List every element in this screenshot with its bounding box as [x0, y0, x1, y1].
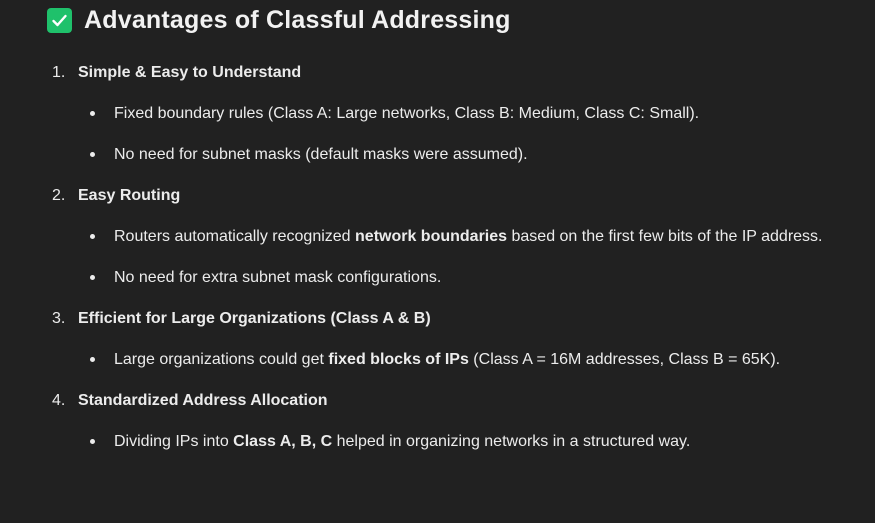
item-title-text: Efficient for Large Organizations (Class…	[78, 310, 431, 327]
list-item-title: 4. Standardized Address Allocation	[0, 385, 875, 416]
bullet-dot-icon	[90, 275, 95, 280]
text-segment: No need for subnet masks (default masks …	[114, 146, 528, 163]
bullet-dot-icon	[90, 357, 95, 362]
bullet-dot-icon	[90, 439, 95, 444]
item-title-text: Standardized Address Allocation	[78, 392, 328, 409]
bullet-item: Routers automatically recognized network…	[0, 221, 834, 252]
item-title-text: Simple & Easy to Understand	[78, 64, 302, 81]
bullet-item: Large organizations could get fixed bloc…	[0, 344, 834, 375]
text-segment: Large organizations could get	[114, 351, 329, 368]
text-segment: Fixed boundary rules (Class A: Large net…	[114, 105, 700, 122]
text-segment: (Class A = 16M addresses, Class B = 65K)…	[468, 351, 781, 368]
bullet-dot-icon	[90, 152, 95, 157]
heading-title: Advantages of Classful Addressing	[84, 6, 511, 34]
text-segment: helped in organizing networks in a struc…	[332, 433, 691, 450]
bullet-item: Dividing IPs into Class A, B, C helped i…	[0, 426, 834, 457]
list-number: 2.	[52, 187, 66, 204]
bold-text: fixed blocks of IPs	[328, 351, 469, 368]
check-mark-icon	[47, 8, 72, 33]
list-item-title: 3. Efficient for Large Organizations (Cla…	[0, 303, 875, 334]
section-heading: Advantages of Classful Addressing	[47, 6, 511, 35]
list-item-title: 2. Easy Routing	[0, 180, 875, 211]
text-segment: Dividing IPs into	[114, 433, 234, 450]
list-item-title: 1. Simple & Easy to Understand	[0, 57, 875, 88]
bullet-item: Fixed boundary rules (Class A: Large net…	[0, 98, 834, 129]
bullet-item: No need for extra subnet mask configurat…	[0, 262, 834, 293]
bullet-dot-icon	[90, 234, 95, 239]
item-title-text: Easy Routing	[78, 187, 181, 204]
bullet-item: No need for subnet masks (default masks …	[0, 139, 834, 170]
bullet-dot-icon	[90, 111, 95, 116]
advantages-list: 1. Simple & Easy to Understand Fixed bound…	[0, 57, 875, 467]
text-segment: Routers automatically recognized	[114, 228, 356, 245]
list-number: 4.	[52, 392, 66, 409]
list-number: 3.	[52, 310, 66, 327]
list-number: 1.	[52, 64, 66, 81]
bold-text: network boundaries	[355, 228, 508, 245]
bold-text: Class A, B, C	[233, 433, 333, 450]
text-segment: No need for extra subnet mask configurat…	[114, 269, 442, 286]
text-segment: based on the first few bits of the IP ad…	[507, 228, 823, 245]
